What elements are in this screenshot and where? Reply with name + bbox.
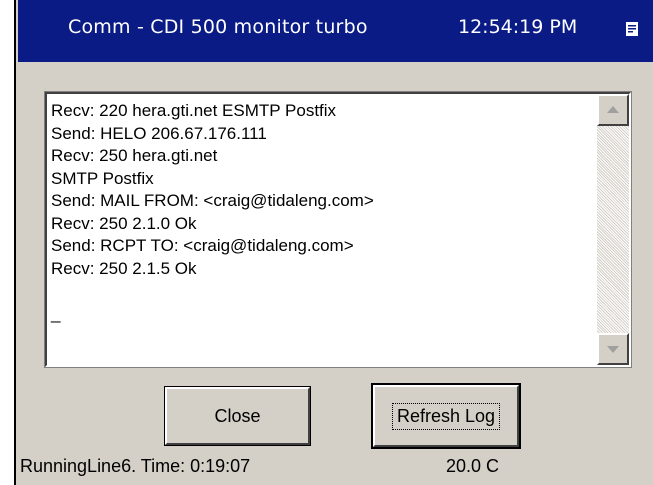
scroll-up-button[interactable] — [597, 94, 629, 126]
log-line: Recv: 220 hera.gti.net ESMTP Postfix — [51, 101, 337, 120]
vertical-scrollbar[interactable] — [597, 94, 629, 365]
close-button[interactable]: Close — [164, 386, 311, 446]
app-window: Comm - CDI 500 monitor turbo 12:54:19 PM… — [14, 0, 653, 485]
title-bar: Comm - CDI 500 monitor turbo 12:54:19 PM — [18, 0, 653, 62]
refresh-log-button[interactable]: Refresh Log — [371, 383, 521, 449]
log-line: Send: HELO 206.67.176.111 — [51, 123, 267, 143]
left-margin — [0, 0, 14, 485]
scroll-down-button[interactable] — [597, 333, 629, 365]
window-title: Comm - CDI 500 monitor turbo — [68, 16, 368, 38]
status-running-time: RunningLine6. Time: 0:19:07 — [20, 456, 251, 476]
clock: 12:54:19 PM — [458, 16, 578, 38]
arrow-up-icon — [607, 106, 619, 113]
arrow-down-icon — [607, 346, 619, 353]
log-textbox[interactable]: Recv: 220 hera.gti.net ESMTP Postfix Sen… — [44, 91, 632, 368]
log-line: Recv: 250 2.1.0 Ok — [51, 213, 197, 233]
log-line: Recv: 250 2.1.5 Ok — [51, 258, 197, 278]
status-temperature: 20.0 C — [446, 456, 500, 476]
log-line: SMTP Postfix — [51, 168, 154, 188]
log-line: Send: MAIL FROM: <craig@tidaleng.com> — [51, 191, 374, 210]
log-line: Recv: 250 hera.gti.net — [51, 146, 218, 165]
refresh-log-label: Refresh Log — [391, 402, 501, 430]
status-bar: RunningLine6. Time: 0:19:07 20.0 C — [18, 454, 648, 484]
log-lines: Recv: 220 hera.gti.net ESMTP Postfix Sen… — [51, 100, 591, 325]
log-line: Send: RCPT TO: <craig@tidaleng.com> — [51, 236, 354, 255]
text-cursor: _ — [51, 303, 61, 323]
window-menu-icon[interactable] — [626, 22, 638, 36]
